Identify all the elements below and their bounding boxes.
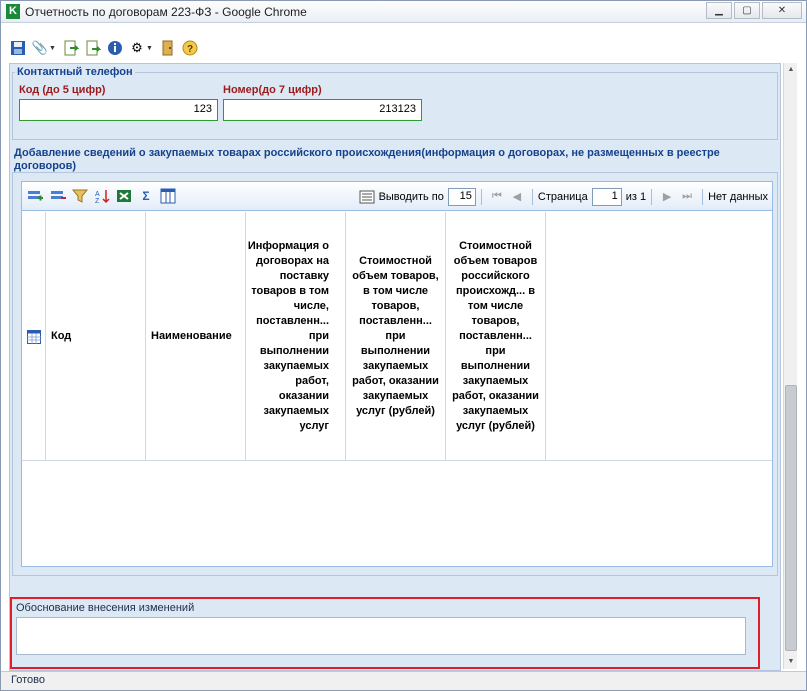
- form-content: Контактный телефон Код (до 5 цифр) 123 Н…: [9, 63, 781, 671]
- status-bar: Готово: [1, 671, 806, 690]
- scroll-up-button[interactable]: ▲: [784, 63, 798, 77]
- page-size-label: Выводить по: [378, 190, 444, 203]
- column-header-spacer: [546, 212, 772, 461]
- add-row-icon[interactable]: [27, 188, 43, 204]
- column-header-contract-info[interactable]: Информация о договорах на поставку товар…: [246, 212, 346, 461]
- scroll-thumb[interactable]: [785, 385, 797, 651]
- column-header-name[interactable]: Наименование: [146, 212, 246, 461]
- grid-header: Код Наименование Информация о договорах …: [22, 212, 772, 461]
- attach-icon[interactable]: 📎: [31, 39, 49, 57]
- number-label: Номер(до 7 цифр): [223, 84, 322, 96]
- contact-phone-legend: Контактный телефон: [15, 66, 135, 78]
- svg-text:Z: Z: [95, 198, 100, 204]
- browser-window: K Отчетность по договорам 223-ФЗ - Googl…: [0, 0, 807, 691]
- status-text: Готово: [11, 674, 45, 686]
- justification-textarea[interactable]: [16, 617, 746, 655]
- title-bar: K Отчетность по договорам 223-ФЗ - Googl…: [1, 1, 806, 23]
- svg-text:A: A: [95, 191, 100, 198]
- export2-icon[interactable]: [84, 39, 102, 57]
- section-title: Добавление сведений о закупаемых товарах…: [14, 147, 720, 172]
- close-button[interactable]: ✕: [762, 2, 802, 19]
- number-input[interactable]: 213123: [223, 99, 422, 121]
- filter-icon[interactable]: [71, 188, 89, 204]
- maximize-button[interactable]: ▢: [734, 2, 760, 19]
- sort-icon[interactable]: AZ: [94, 188, 110, 205]
- last-page-button[interactable]: ⏭: [680, 190, 694, 203]
- attach-dropdown-arrow[interactable]: ▼: [49, 45, 56, 52]
- code-input[interactable]: 123: [19, 99, 218, 121]
- justification-fieldset: Обоснование внесения изменений: [10, 597, 760, 669]
- justification-label: Обоснование внесения изменений: [16, 602, 195, 614]
- svg-text:?: ?: [187, 44, 193, 55]
- tools-icon[interactable]: ⚙: [128, 39, 146, 57]
- scroll-down-button[interactable]: ▼: [784, 655, 798, 669]
- vertical-scrollbar[interactable]: ▲ ▼: [783, 63, 797, 669]
- save-icon[interactable]: [9, 39, 27, 57]
- goods-grid-panel: AZ Σ Выводить по 15 ⏮ ◀ Страница 1 из 1 …: [12, 172, 778, 576]
- grid-toolbar: AZ Σ Выводить по 15 ⏮ ◀ Страница 1 из 1 …: [22, 182, 772, 211]
- prev-page-button[interactable]: ◀: [510, 190, 524, 203]
- page-size-input[interactable]: 15: [447, 187, 476, 206]
- sum-icon[interactable]: Σ: [138, 188, 154, 204]
- page-label: Страница: [537, 190, 588, 203]
- column-header-russian-value[interactable]: Стоимостной объем товаров российского пр…: [446, 212, 546, 461]
- page-of-label: из 1: [625, 190, 647, 203]
- info-icon[interactable]: [106, 39, 124, 57]
- main-toolbar: 📎 ▼ ⚙ ▼ ?: [9, 35, 799, 61]
- page-size-icon: [359, 189, 375, 205]
- next-page-button[interactable]: ▶: [660, 190, 674, 203]
- page-input[interactable]: 1: [591, 187, 622, 206]
- help-icon[interactable]: ?: [181, 39, 199, 57]
- app-logo-icon: K: [6, 4, 20, 19]
- tools-dropdown-arrow[interactable]: ▼: [146, 45, 153, 52]
- no-data-label: Нет данных: [708, 190, 768, 203]
- goods-grid: AZ Σ Выводить по 15 ⏮ ◀ Страница 1 из 1 …: [21, 181, 773, 567]
- columns-icon[interactable]: [160, 188, 176, 204]
- delete-row-icon[interactable]: [50, 188, 66, 204]
- exit-icon[interactable]: [159, 39, 177, 57]
- export-icon[interactable]: [62, 39, 80, 57]
- excel-icon[interactable]: [116, 188, 132, 204]
- first-page-button[interactable]: ⏮: [490, 190, 504, 203]
- column-header-value[interactable]: Стоимостной объем товаров, в том числе т…: [346, 212, 446, 461]
- grid-body: [22, 462, 772, 566]
- contact-phone-fieldset: Контактный телефон Код (до 5 цифр) 123 Н…: [12, 66, 778, 140]
- code-label: Код (до 5 цифр): [19, 84, 106, 96]
- window-title: Отчетность по договорам 223-ФЗ - Google …: [25, 5, 307, 19]
- column-header-code[interactable]: Код: [46, 212, 146, 461]
- grid-pager: Выводить по 15 ⏮ ◀ Страница 1 из 1 ▶ ⏭ Н: [359, 186, 768, 207]
- grid-settings-icon[interactable]: [22, 212, 46, 461]
- minimize-button[interactable]: ▁: [706, 2, 732, 19]
